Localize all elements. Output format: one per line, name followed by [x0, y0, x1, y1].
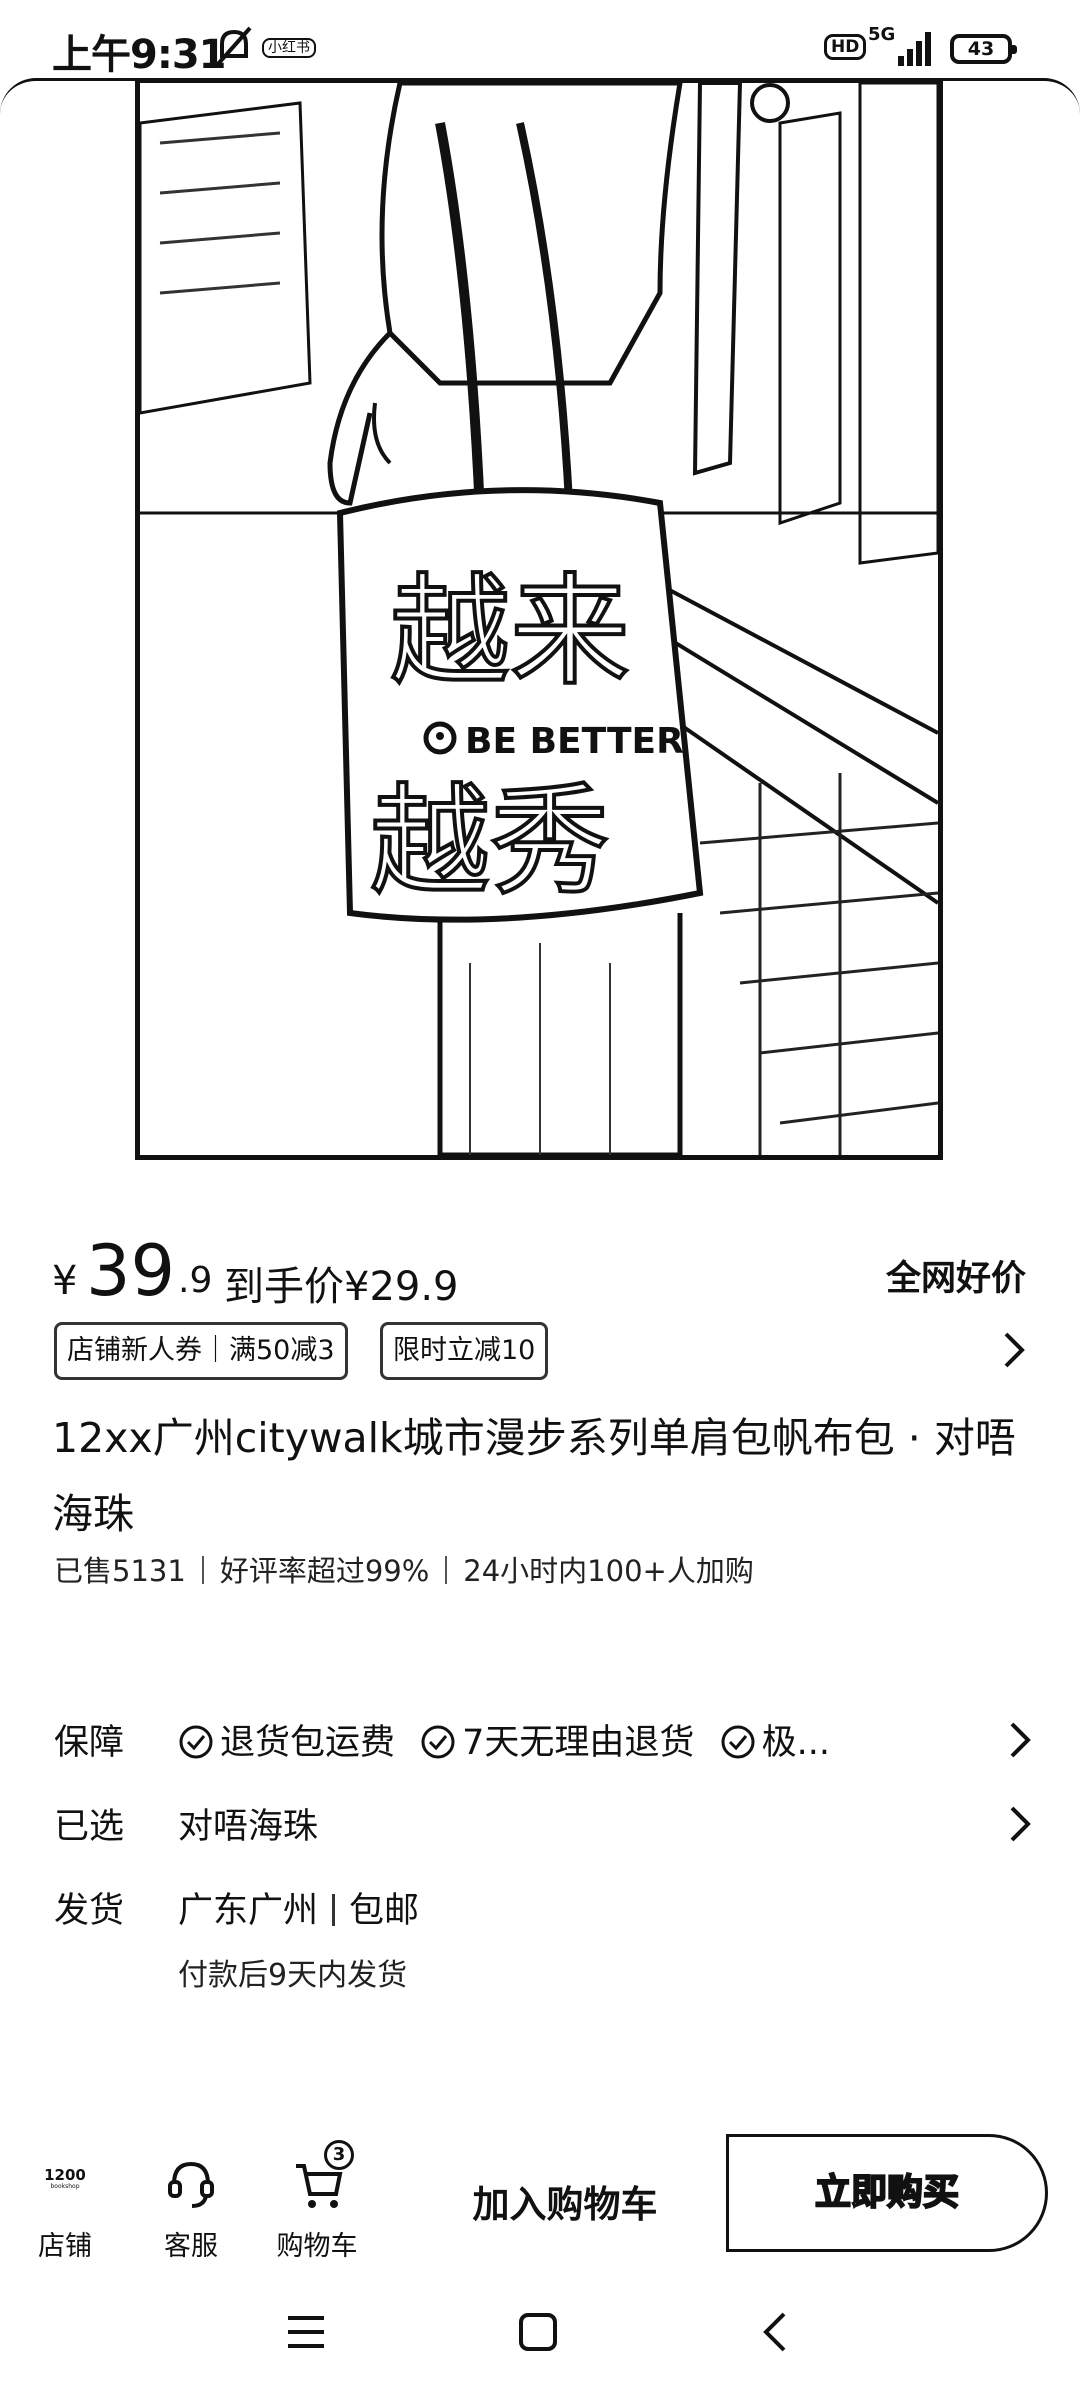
price-decimal: .9	[178, 1260, 213, 1301]
guarantee-item: 极...	[720, 1714, 830, 1765]
bag-print-line1: 越来	[390, 563, 630, 702]
chevron-right-icon[interactable]	[1006, 1804, 1032, 1844]
selected-label: 已选	[54, 1807, 125, 1847]
check-circle-icon	[421, 1725, 455, 1759]
shop-logo-subtext: bookshop	[50, 2183, 80, 2190]
system-navigation-bar	[0, 2280, 1080, 2390]
check-circle-icon	[721, 1725, 755, 1759]
divider	[332, 1894, 336, 1926]
selected-variant-row[interactable]: 已选 对唔海珠	[54, 1798, 1034, 1858]
guarantee-text: 极...	[761, 1723, 830, 1763]
guarantee-label: 保障	[54, 1723, 125, 1763]
guarantee-text: 退货包运费	[220, 1723, 396, 1763]
shipping-row: 发货 广东广州 包邮	[54, 1882, 1034, 1942]
product-title: 12xx广州citywalk城市漫步系列单肩包帆布包 · 对唔海珠	[52, 1414, 1016, 1538]
shipping-info: 广东广州 包邮	[178, 1882, 419, 1933]
signal-icon	[898, 32, 931, 66]
divider	[201, 1556, 204, 1584]
rating-rate: 好评率超过99%	[219, 1554, 430, 1588]
shipping-note: 付款后9天内发货	[178, 1958, 408, 1993]
tote-bag-photo-illustration: 越来 BE BETTER 越秀	[140, 83, 938, 1155]
cart-button[interactable]: 3 购物车	[262, 2140, 372, 2262]
coupon-new-customer[interactable]: 店铺新人券｜满50减3	[54, 1322, 348, 1380]
guarantee-item: 7天无理由退货	[420, 1714, 694, 1765]
shop-label: 店铺	[38, 2231, 92, 2262]
cart-label: 购物车	[276, 2231, 358, 2262]
guarantee-row[interactable]: 保障 退货包运费 7天无理由退货 极...	[54, 1714, 1034, 1774]
check-circle-icon	[179, 1725, 213, 1759]
xiaohongshu-notification-icon: 小红书	[262, 38, 316, 58]
coupon-row[interactable]: 店铺新人券｜满50减3 限时立减10	[52, 1322, 1028, 1386]
shipping-fee: 包邮	[349, 1891, 420, 1931]
cart-adds: 24小时内100+人加购	[463, 1554, 754, 1588]
product-stats: 已售5131 好评率超过99% 24小时内100+人加购	[54, 1548, 1034, 1590]
shop-logo-icon: 1200 bookshop	[32, 2168, 98, 2191]
selected-value: 对唔海珠	[178, 1807, 319, 1847]
product-photo[interactable]: 越来 BE BETTER 越秀	[135, 78, 943, 1160]
price-row: ¥ 39 .9 到手价¥29.9 全网好价	[52, 1230, 1028, 1320]
status-time: 上午9:31	[52, 32, 226, 78]
home-square-icon[interactable]	[516, 2310, 560, 2354]
shop-logo-text: 1200	[44, 2166, 86, 2184]
price-currency: ¥	[52, 1258, 78, 1304]
divider	[445, 1556, 448, 1584]
chevron-right-icon[interactable]	[998, 1328, 1028, 1372]
mute-bell-icon	[216, 26, 252, 66]
bag-print-line3: 越秀	[370, 773, 610, 912]
add-to-cart-button[interactable]: 加入购物车	[440, 2160, 690, 2250]
headset-icon	[168, 2161, 214, 2208]
cart-count-badge: 3	[324, 2140, 354, 2170]
battery-icon: 43	[950, 34, 1017, 64]
customer-service-button[interactable]: 客服	[136, 2140, 246, 2262]
menu-icon[interactable]	[284, 2310, 328, 2354]
hd-voice-icon: HD	[824, 34, 867, 60]
final-price: 到手价¥29.9	[224, 1264, 459, 1310]
shipping-origin: 广东广州	[178, 1891, 319, 1931]
service-label: 客服	[164, 2231, 218, 2262]
coupon-limited-discount[interactable]: 限时立减10	[380, 1322, 549, 1380]
buy-now-button[interactable]: 立即购买	[726, 2134, 1048, 2252]
guarantee-list: 退货包运费 7天无理由退货 极...	[178, 1714, 844, 1765]
price-integer: 39	[86, 1230, 176, 1312]
bag-print-line2: BE BETTER	[465, 721, 684, 762]
chevron-right-icon[interactable]	[1006, 1720, 1032, 1760]
back-icon[interactable]	[754, 2310, 798, 2354]
shop-button[interactable]: 1200 bookshop 店铺	[10, 2140, 120, 2263]
guarantee-text: 7天无理由退货	[462, 1723, 695, 1763]
shipping-label: 发货	[54, 1891, 125, 1931]
network-type: 5G	[868, 24, 896, 45]
best-price-tag: 全网好价	[885, 1259, 1026, 1299]
bottom-action-bar: 1200 bookshop 店铺 客服 3 购物车 加入购物车 立即购买	[0, 2120, 1080, 2270]
sold-count: 已售5131	[54, 1554, 186, 1588]
guarantee-item: 退货包运费	[178, 1714, 395, 1765]
